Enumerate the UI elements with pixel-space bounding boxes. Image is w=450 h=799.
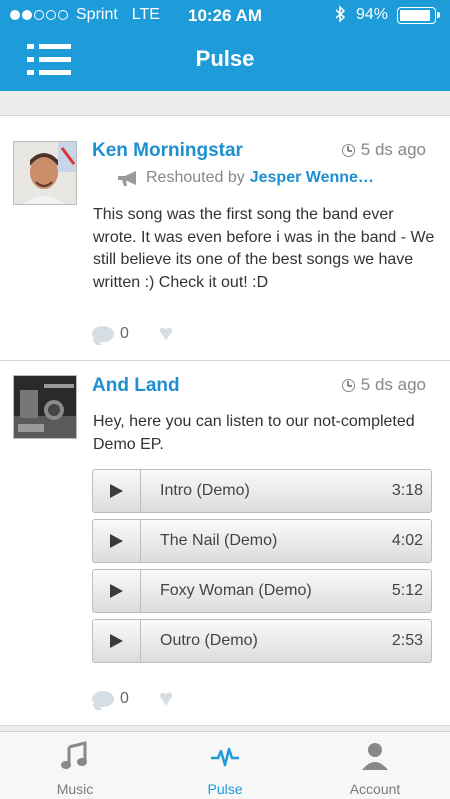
track-name: Outro (Demo) (160, 632, 258, 649)
heart-icon[interactable]: ♥ (159, 687, 173, 711)
heart-icon[interactable]: ♥ (159, 322, 173, 346)
tab-account[interactable]: Account (300, 732, 450, 799)
play-icon[interactable] (93, 620, 141, 662)
avatar[interactable] (13, 141, 77, 205)
tab-music[interactable]: Music (0, 732, 150, 799)
track-duration: 4:02 (391, 532, 423, 549)
tab-label: Account (349, 781, 401, 797)
pulse-icon (211, 747, 239, 767)
comment-icon[interactable] (92, 691, 114, 707)
user-icon (362, 743, 388, 770)
clock-icon (341, 143, 355, 157)
post-actions: 0 ♥ (92, 322, 173, 346)
post-author[interactable]: Ken Morningstar (92, 140, 243, 162)
play-icon[interactable] (93, 470, 141, 512)
post-time: 5 ds ago (360, 375, 426, 394)
play-icon[interactable] (93, 570, 141, 612)
pulse-feed[interactable]: Ken Morningstar 5 ds ago Reshouted by Je… (0, 91, 450, 731)
track-row[interactable]: Foxy Woman (Demo) 5:12 (92, 569, 432, 613)
post-actions: 0 ♥ (92, 687, 173, 711)
track-row[interactable]: Outro (Demo) 2:53 (92, 619, 432, 663)
reshout-info: Reshouted by Jesper Wenne… (116, 169, 374, 187)
comment-icon[interactable] (92, 326, 114, 342)
track-name: The Nail (Demo) (160, 532, 278, 549)
status-bar: Sprint LTE 10:26 AM 94% (0, 0, 450, 30)
music-note-icon (61, 741, 87, 769)
tab-bar: Music Pulse Account (0, 731, 450, 799)
megaphone-icon (118, 171, 136, 186)
post-timestamp: 5 ds ago (341, 375, 426, 395)
track-row[interactable]: The Nail (Demo) 4:02 (92, 519, 432, 563)
post-text: This song was the first song the band ev… (93, 206, 435, 291)
clock-icon (341, 378, 355, 392)
post-author[interactable]: And Land (92, 375, 180, 397)
feed-post: And Land 5 ds ago Hey, here you can list… (0, 360, 450, 726)
track-row[interactable]: Intro (Demo) 3:18 (92, 469, 432, 513)
tab-label: Music (56, 781, 94, 797)
bluetooth-icon (334, 5, 346, 28)
track-duration: 5:12 (391, 582, 423, 599)
top-bar: Sprint LTE 10:26 AM 94% Pulse (0, 0, 450, 91)
play-icon[interactable] (93, 520, 141, 562)
track-duration: 2:53 (391, 632, 423, 649)
tab-label: Pulse (207, 781, 243, 797)
track-name: Foxy Woman (Demo) (160, 582, 312, 599)
reshout-user[interactable]: Jesper Wenne… (250, 169, 374, 187)
track-duration: 3:18 (391, 482, 423, 499)
tab-pulse[interactable]: Pulse (150, 732, 300, 799)
battery-icon (397, 7, 440, 24)
feed-post: Ken Morningstar 5 ds ago Reshouted by Je… (0, 115, 450, 361)
comment-count: 0 (120, 325, 129, 342)
page-title: Pulse (195, 46, 255, 71)
battery-percent: 94% (356, 6, 389, 23)
reshout-label: Reshouted by (146, 169, 245, 186)
post-time: 5 ds ago (360, 140, 426, 159)
comment-count: 0 (120, 690, 129, 707)
post-text: Hey, here you can listen to our not-comp… (93, 413, 415, 453)
avatar[interactable] (13, 375, 77, 439)
track-name: Intro (Demo) (160, 482, 250, 499)
post-timestamp: 5 ds ago (341, 140, 426, 160)
